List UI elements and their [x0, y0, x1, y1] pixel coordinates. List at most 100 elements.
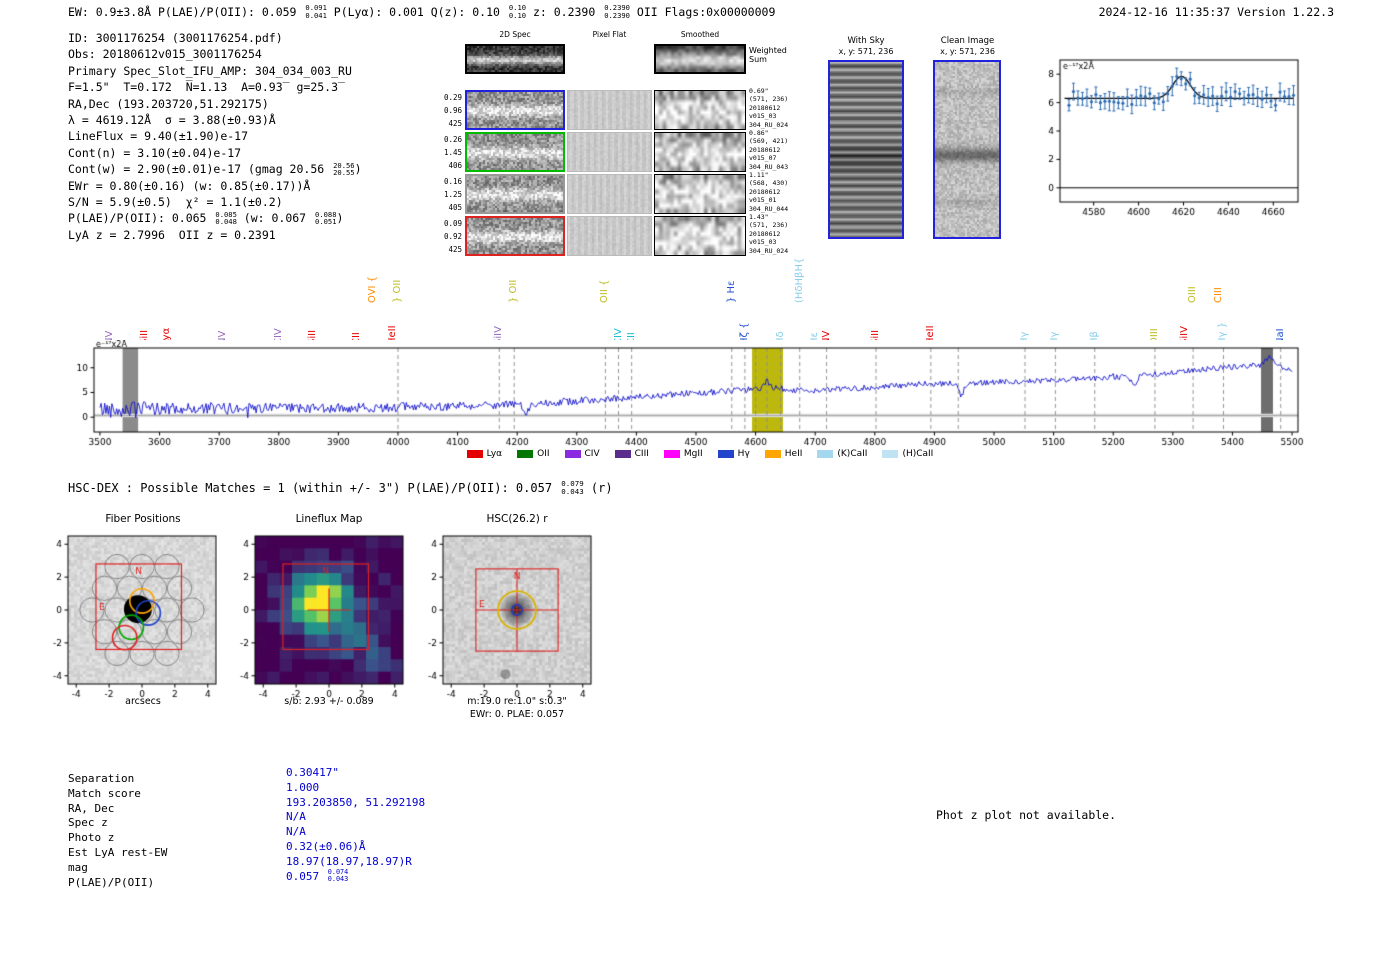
hsc-match-summary: HSC-DEX : Possible Matches = 1 (within +…: [68, 481, 613, 496]
fiber-annotation-line: v015_03: [749, 112, 811, 120]
emission-line-label: OVI {: [367, 276, 378, 303]
col-header-pixel-flat: Pixel Flat: [567, 30, 652, 39]
legend-item: Lyα: [467, 449, 502, 459]
col-header-smoothed: Smoothed: [654, 30, 746, 39]
fiber-2d-spec-image: [465, 216, 565, 256]
match-row-value: 193.203850, 51.292198: [286, 796, 425, 809]
clean-image: [933, 60, 1001, 239]
legend-swatch: [565, 450, 581, 458]
fiber-annotation-line: 304_RU_043: [749, 163, 811, 171]
fiber-annotation-line: 304_RU_024: [749, 121, 811, 129]
fiber-row-annotation: 0.86"(569, 421)20180612v015_07304_RU_043: [749, 129, 811, 171]
elixer-detection-report: EW: 0.9±3.8Å P(LAE)/P(OII): 0.059 0.0910…: [0, 0, 1400, 953]
table-row: P(LAE)/P(OII)0.057 0.0740.043: [68, 876, 425, 891]
legend-item: HeII: [765, 449, 803, 459]
fiber-weight-value: 1.25: [432, 188, 462, 201]
fiber-weight-value: 0.29: [432, 91, 462, 104]
summary-header: EW: 0.9±3.8Å P(LAE)/P(OII): 0.059 0.0910…: [68, 5, 775, 20]
match-row-value: N/A: [286, 825, 306, 838]
clean-image-title: Clean Image: [925, 36, 1010, 46]
info-line: ID: 3001176254 (3001176254.pdf): [68, 30, 362, 46]
fiber-pixel-flat-image: [567, 90, 652, 130]
fiber-annotation-line: (569, 421): [749, 137, 811, 145]
legend-label: Lyα: [487, 449, 502, 459]
info-line: Cont(w) = 2.90(±0.01)e-17 (gmag 20.56 20…: [68, 161, 362, 177]
info-line: Obs: 20180612v015_3001176254: [68, 46, 362, 62]
legend-item: Hγ: [718, 449, 750, 459]
info-line: P(LAE)/P(OII): 0.065 0.0850.048 (w: 0.06…: [68, 210, 362, 226]
fiber-weight-value: 0.92: [432, 230, 462, 243]
stacked-uncertainty: 20.5620.55: [333, 162, 354, 176]
info-line: LyA z = 2.7996 OII z = 0.2391: [68, 227, 362, 243]
info-line: S/N = 5.9(±0.5) χ² = 1.1(±0.2): [68, 194, 362, 210]
timestamp-version: 2024-12-16 11:35:37 Version 1.22.3: [1099, 5, 1334, 19]
hsc-cutout-title: HSC(26.2) r: [443, 513, 591, 525]
match-row-label: Match score: [68, 787, 286, 802]
hsc-caption-2: EWr: 0. PLAE: 0.057: [433, 709, 601, 720]
match-row-label: Separation: [68, 772, 286, 787]
legend-label: OII: [537, 449, 549, 459]
fiber-weight-value: 0.09: [432, 217, 462, 230]
match-row-label: P(LAE)/P(OII): [68, 876, 286, 891]
fiber-row-weights: 0.261.45406: [432, 133, 462, 172]
weighted-2d-spec-image: [465, 44, 565, 74]
with-sky-title: With Sky: [820, 36, 912, 46]
emission-line-label: } OII: [508, 280, 519, 303]
fiber-row-weights: 0.090.92425: [432, 217, 462, 256]
photz-note: Phot z plot not available.: [936, 808, 1116, 822]
fiber-weight-value: 0.26: [432, 133, 462, 146]
match-row-value: N/A: [286, 810, 306, 823]
fiber-annotation-line: 0.86": [749, 129, 811, 137]
table-row: Separation0.30417": [68, 772, 425, 787]
fiber-smoothed-image: [654, 174, 746, 214]
hsc-cutout-panel: [405, 528, 595, 708]
info-line: LineFlux = 9.40(±1.90)e-17: [68, 128, 362, 144]
legend-swatch: [882, 450, 898, 458]
fiber-annotation-line: v015_07: [749, 154, 811, 162]
legend-swatch: [517, 450, 533, 458]
full-spectrum-chart: [60, 340, 1310, 448]
stacked-uncertainty: 0.0850.048: [215, 211, 236, 225]
fiber-2d-spec-image: [465, 132, 565, 172]
weighted-smoothed-image: [654, 44, 746, 74]
fiber-annotation-line: (571, 236): [749, 221, 811, 229]
fiber-row-weights: 0.290.96425: [432, 91, 462, 130]
match-row-value: 0.32(±0.06)Å: [286, 840, 365, 853]
fiber-weight-value: 425: [432, 243, 462, 256]
hsc-caption-1: m:19.0 re:1.0" s:0.3": [433, 696, 601, 707]
legend-swatch: [817, 450, 833, 458]
match-row-label: mag: [68, 861, 286, 876]
fiber-annotation-line: v015_01: [749, 196, 811, 204]
fiber-annotation-line: 20180612: [749, 146, 811, 154]
table-row: Spec zN/A: [68, 816, 425, 831]
with-sky-image: [828, 60, 904, 239]
legend-label: MgII: [684, 449, 703, 459]
info-line: λ = 4619.12Å σ = 3.88(±0.93)Å: [68, 112, 362, 128]
fiber-pixel-flat-image: [567, 216, 652, 256]
legend-item: (K)CaII: [817, 449, 867, 459]
fiber-annotation-line: 20180612: [749, 230, 811, 238]
match-row-value: 0.30417": [286, 766, 339, 779]
stacked-uncertainty: 0.0790.043: [561, 480, 583, 495]
fiber-annotation-line: 20180612: [749, 188, 811, 196]
match-row-label: Spec z: [68, 816, 286, 831]
with-sky-coords: x, y: 571, 236: [820, 47, 912, 56]
legend-label: CIV: [585, 449, 600, 459]
match-row-value: 0.057 0.0740.043: [286, 870, 348, 883]
info-line: EWr = 0.80(±0.16) (w: 0.85(±0.17))Å: [68, 178, 362, 194]
match-row-label: RA, Dec: [68, 802, 286, 817]
fiber-positions-title: Fiber Positions: [68, 513, 218, 525]
clean-image-coords: x, y: 571, 236: [925, 47, 1010, 56]
fiber-row-annotation: 0.69"(571, 236)20180612v015_03304_RU_024: [749, 87, 811, 129]
lineflux-map-title: Lineflux Map: [255, 513, 403, 525]
fiber-row-annotation: 1.11"(568, 430)20180612v015_01304_RU_044: [749, 171, 811, 213]
fiber-weight-value: 1.45: [432, 146, 462, 159]
fiber-annotation-line: 20180612: [749, 104, 811, 112]
info-line: RA,Dec (193.203720,51.292175): [68, 96, 362, 112]
fiber-positions-panel: [30, 528, 220, 708]
fiber-annotation-line: 1.43": [749, 213, 811, 221]
legend-item: (H)CaII: [882, 449, 933, 459]
emission-line-label: } OII: [392, 280, 403, 303]
fiber-2d-spec-image: [465, 90, 565, 130]
emission-line-label: } Hε: [726, 281, 737, 303]
